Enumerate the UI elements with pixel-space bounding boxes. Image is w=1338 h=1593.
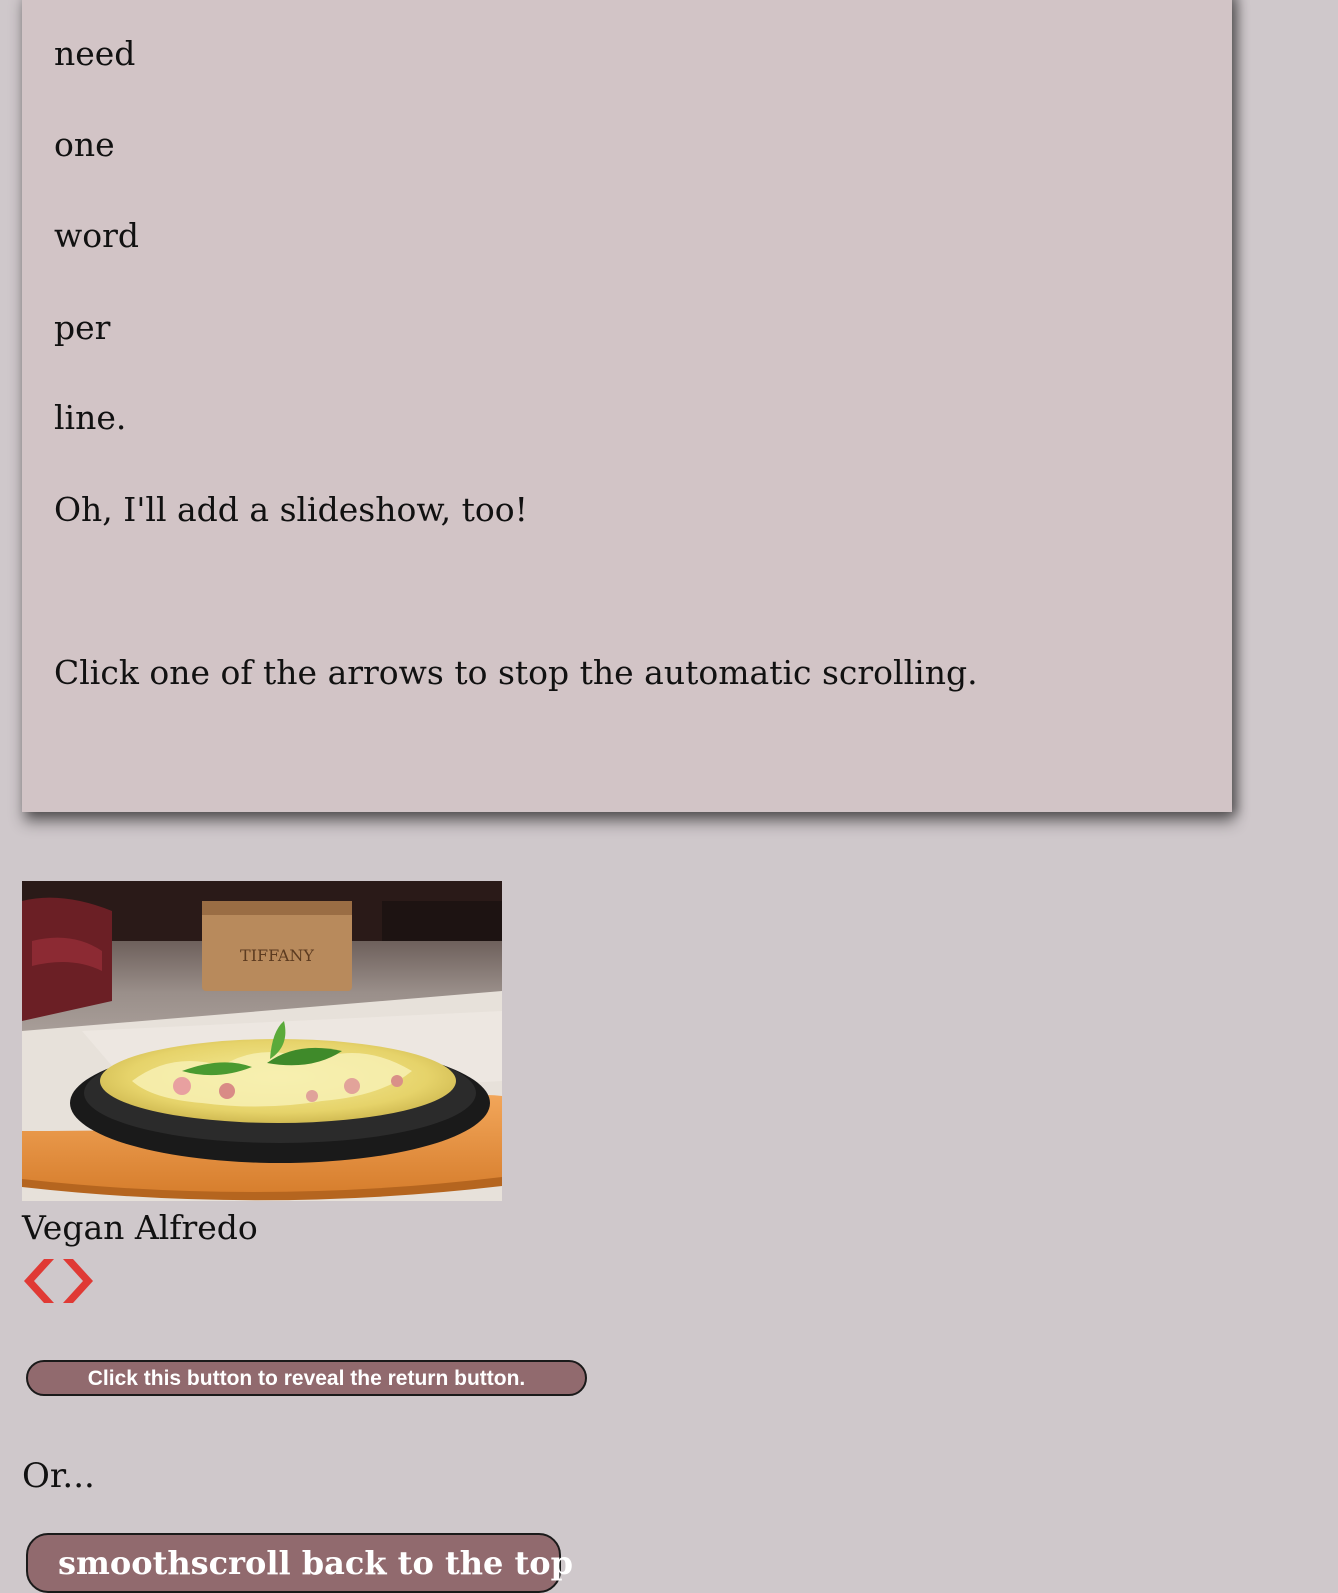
reveal-return-button[interactable]: Click this button to reveal the return b… xyxy=(26,1360,587,1396)
slideshow-prev-arrow[interactable] xyxy=(22,1256,58,1306)
slideshow-next-arrow[interactable] xyxy=(59,1256,95,1306)
slideshow-note: Oh, I'll add a slideshow, too! xyxy=(54,490,528,529)
text-line-word: word xyxy=(54,216,140,255)
smoothscroll-top-button[interactable]: smoothscroll back to the top xyxy=(26,1533,573,1593)
crate-label: TIFFANY xyxy=(240,946,314,965)
chevron-left-icon xyxy=(24,1259,54,1303)
text-line-need: need xyxy=(54,34,136,73)
slide-caption: Vegan Alfredo xyxy=(22,1208,258,1247)
or-text: Or... xyxy=(22,1456,95,1496)
content-card: need one word per line. Oh, I'll add a s… xyxy=(22,0,1232,812)
text-line-per: per xyxy=(54,308,111,347)
vegan-alfredo-photo: TIFFANY xyxy=(22,881,502,1201)
slideshow-instruction: Click one of the arrows to stop the auto… xyxy=(54,653,978,692)
text-line-line: line. xyxy=(54,398,127,437)
text-line-one: one xyxy=(54,125,115,164)
chevron-right-icon xyxy=(63,1259,93,1303)
slideshow-image: TIFFANY xyxy=(22,881,502,1201)
